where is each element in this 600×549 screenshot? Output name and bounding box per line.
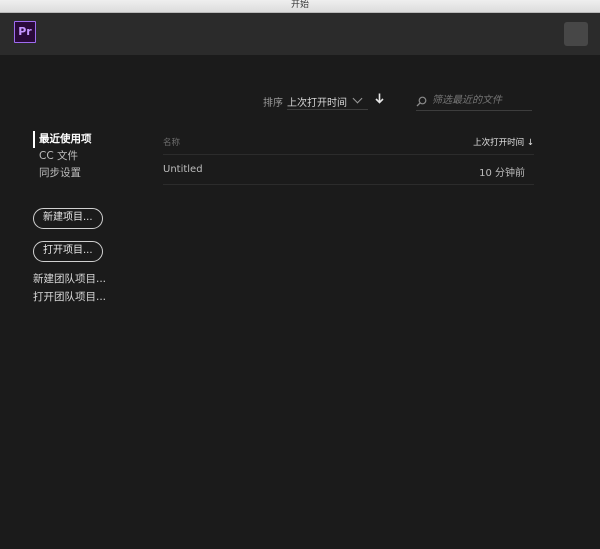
file-last-opened: 10 分钟前	[479, 168, 525, 179]
sidebar-nav: 最近使用项 CC 文件 同步设置	[33, 131, 92, 182]
sidebar-item-recent[interactable]: 最近使用项	[33, 131, 92, 148]
window-title: 开始	[290, 0, 309, 10]
search-input[interactable]	[432, 93, 530, 107]
user-avatar[interactable]	[564, 22, 588, 46]
sidebar-item-cc-files[interactable]: CC 文件	[33, 148, 92, 165]
new-team-project-link[interactable]: 新建团队项目...	[33, 271, 106, 286]
recent-files-table: 名称 上次打开时间 ↓ Untitled 10 分钟前	[163, 132, 534, 185]
file-name: Untitled	[163, 164, 203, 175]
sort-selected-value: 上次打开时间	[287, 98, 347, 109]
open-team-project-link[interactable]: 打开团队项目...	[33, 289, 106, 304]
arrow-down-icon	[375, 93, 384, 104]
window-titlebar: 开始	[0, 0, 600, 13]
table-header: 名称 上次打开时间 ↓	[163, 132, 534, 155]
sort-label: 排序	[263, 98, 283, 109]
search-icon	[416, 96, 427, 107]
new-project-button[interactable]: 新建项目...	[33, 208, 103, 229]
app-header: Pr	[0, 13, 600, 55]
table-row[interactable]: Untitled 10 分钟前	[163, 155, 534, 185]
sort-dropdown[interactable]: 上次打开时间	[287, 92, 368, 110]
open-project-button[interactable]: 打开项目...	[33, 241, 103, 262]
column-header-last-opened[interactable]: 上次打开时间 ↓	[473, 136, 534, 148]
premiere-logo: Pr	[14, 21, 36, 43]
chevron-down-icon	[352, 93, 363, 104]
sort-direction-arrow-down-icon[interactable]	[375, 93, 384, 107]
sidebar-item-sync-settings[interactable]: 同步设置	[33, 165, 92, 182]
column-header-name[interactable]: 名称	[163, 136, 180, 148]
search-field[interactable]	[416, 92, 532, 111]
